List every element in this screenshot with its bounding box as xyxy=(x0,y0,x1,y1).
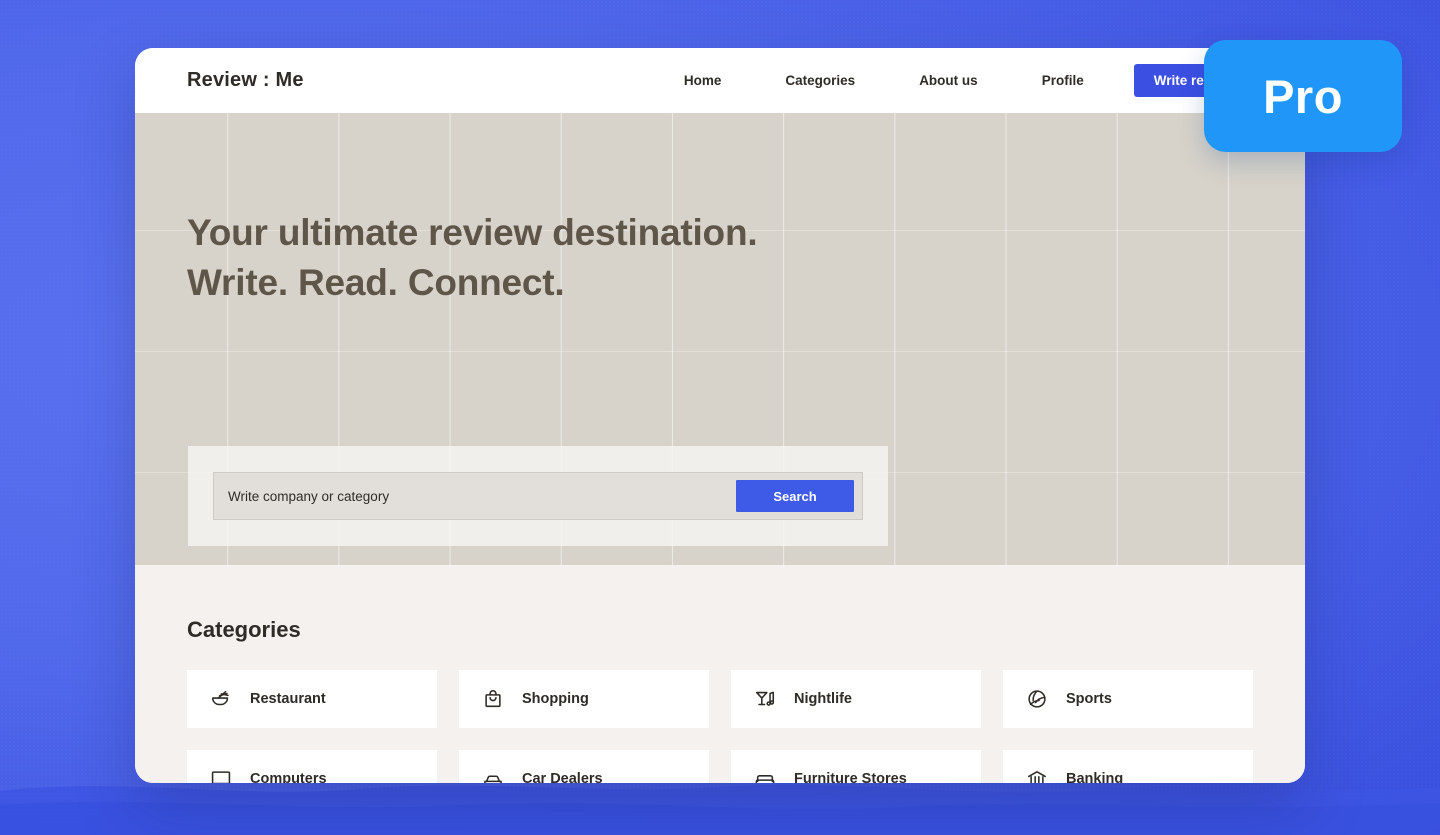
category-label: Sports xyxy=(1066,691,1112,707)
nav-item-about-us[interactable]: About us xyxy=(887,73,1010,88)
nav-item-categories[interactable]: Categories xyxy=(753,73,887,88)
category-label: Banking xyxy=(1066,771,1124,783)
category-label: Restaurant xyxy=(250,691,326,707)
category-label: Computers xyxy=(250,771,327,783)
cocktail-music-icon xyxy=(753,687,777,711)
site-header: Review : Me Home Categories About us Pro… xyxy=(135,48,1305,113)
category-card-shopping[interactable]: Shopping xyxy=(459,670,709,728)
nav-item-profile[interactable]: Profile xyxy=(1010,73,1116,88)
hero-content: Your ultimate review destination. Write.… xyxy=(135,113,1305,309)
hero-section: Your ultimate review destination. Write.… xyxy=(135,113,1305,565)
category-card-computers[interactable]: Computers xyxy=(187,750,437,783)
volleyball-icon xyxy=(1025,687,1049,711)
categories-title: Categories xyxy=(187,617,301,642)
browser-window-card: Review : Me Home Categories About us Pro… xyxy=(135,48,1305,783)
category-label: Car Dealers xyxy=(522,771,603,783)
sofa-icon xyxy=(753,767,777,783)
search-button[interactable]: Search xyxy=(736,480,854,512)
brand-logo[interactable]: Review : Me xyxy=(187,69,304,92)
category-card-restaurant[interactable]: Restaurant xyxy=(187,670,437,728)
categories-section: Categories Restaurant Shopping Nightlife… xyxy=(135,565,1305,783)
category-label: Shopping xyxy=(522,691,589,707)
car-icon xyxy=(481,767,505,783)
category-label: Furniture Stores xyxy=(794,771,907,783)
pro-badge[interactable]: Pro xyxy=(1204,40,1402,152)
category-card-sports[interactable]: Sports xyxy=(1003,670,1253,728)
search-panel: Search xyxy=(188,446,888,546)
monitor-icon xyxy=(209,767,233,783)
shopping-bag-icon xyxy=(481,687,505,711)
hero-heading: Your ultimate review destination. Write.… xyxy=(187,212,758,304)
category-grid: Restaurant Shopping Nightlife Sports Com… xyxy=(187,670,1253,783)
noodle-bowl-icon xyxy=(209,687,233,711)
category-label: Nightlife xyxy=(794,691,852,707)
category-card-nightlife[interactable]: Nightlife xyxy=(731,670,981,728)
pro-badge-label: Pro xyxy=(1263,69,1343,123)
category-card-furniture-stores[interactable]: Furniture Stores xyxy=(731,750,981,783)
primary-nav: Home Categories About us Profile Write r… xyxy=(652,64,1253,97)
search-row: Search xyxy=(213,472,863,520)
search-input[interactable] xyxy=(214,473,736,519)
category-card-car-dealers[interactable]: Car Dealers xyxy=(459,750,709,783)
bank-icon xyxy=(1025,767,1049,783)
category-card-banking[interactable]: Banking xyxy=(1003,750,1253,783)
nav-item-home[interactable]: Home xyxy=(652,73,754,88)
